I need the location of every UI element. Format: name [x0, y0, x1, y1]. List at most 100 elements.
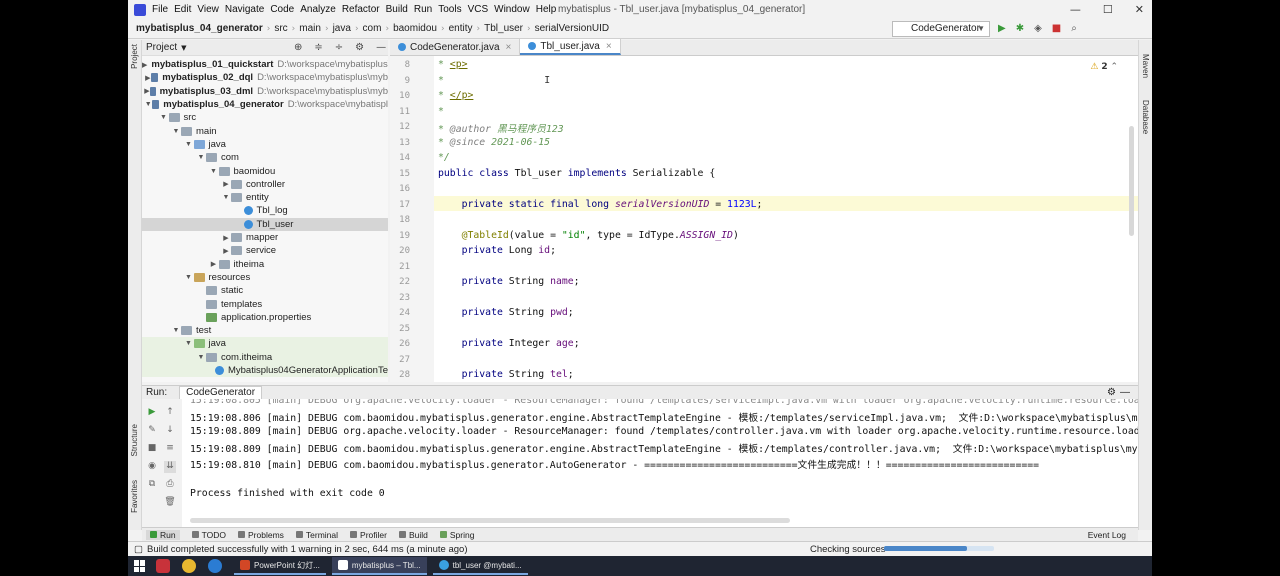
search-icon[interactable]: ⌕: [1071, 23, 1077, 34]
tree-item[interactable]: Tbl_log: [142, 204, 388, 217]
chevron-right-icon[interactable]: ▶: [144, 87, 149, 95]
tree-item[interactable]: ▶ itheima: [142, 258, 388, 271]
coverage-icon[interactable]: ◈: [1034, 23, 1042, 34]
tree-item[interactable]: ▶ mybatisplus_02_dql D:\workspace\mybatisp…: [142, 71, 388, 84]
chevron-down-icon[interactable]: ▼: [171, 327, 181, 334]
down-icon[interactable]: ↓: [164, 425, 176, 437]
breadcrumb-field[interactable]: serialVersionUID: [535, 23, 609, 34]
tree-item[interactable]: ▼ test: [142, 324, 388, 337]
warning-indicator[interactable]: ⚠ 2 ⌃: [1090, 62, 1118, 72]
taskbar-powerpoint[interactable]: PowerPoint 幻灯...: [234, 557, 326, 575]
expand-all-icon[interactable]: ÷: [335, 42, 343, 53]
project-tool-tab[interactable]: Project: [130, 44, 139, 69]
stop-icon[interactable]: ■: [146, 443, 158, 455]
print-icon[interactable]: ⎙: [164, 479, 176, 491]
tree-item[interactable]: ▼ mybatisplus_04_generator D:\workspace\my…: [142, 98, 388, 111]
favorites-tool-tab[interactable]: Favorites: [130, 480, 139, 513]
hide-icon[interactable]: —: [1120, 387, 1130, 398]
tree-item[interactable]: ▶ mybatisplus_03_dml D:\workspace\mybatisp…: [142, 85, 388, 98]
tree-item[interactable]: static: [142, 284, 388, 297]
tree-item[interactable]: ▶ mapper: [142, 231, 388, 244]
run-configuration-select[interactable]: CodeGenerator ▼: [892, 21, 990, 37]
maven-tool-tab[interactable]: Maven: [1141, 54, 1150, 78]
structure-tool-tab[interactable]: Structure: [130, 424, 139, 456]
menu-navigate[interactable]: Navigate: [225, 4, 264, 15]
locate-icon[interactable]: ⊕: [294, 42, 302, 53]
breadcrumb-class[interactable]: Tbl_user: [484, 23, 523, 34]
camera-icon[interactable]: ◉: [146, 461, 158, 473]
minimize-icon[interactable]: —: [1070, 3, 1081, 16]
editor-scrollbar[interactable]: [1129, 126, 1134, 236]
chevron-down-icon[interactable]: ▼: [196, 154, 206, 161]
event-log-tab[interactable]: Event Log: [1088, 530, 1126, 540]
tree-item[interactable]: ▼ baomidou: [142, 164, 388, 177]
taskbar-datagrip[interactable]: tbl_user @mybati...: [432, 557, 528, 575]
menu-build[interactable]: Build: [386, 4, 408, 15]
tree-item[interactable]: Tbl_user: [142, 217, 388, 231]
tree-item[interactable]: ▼ com.itheima: [142, 350, 388, 364]
menu-refactor[interactable]: Refactor: [342, 4, 380, 15]
tree-item[interactable]: ▼ resources: [142, 271, 388, 284]
tree-item[interactable]: ▼ java: [142, 337, 388, 351]
breadcrumb-src[interactable]: src: [274, 23, 287, 34]
project-panel-title[interactable]: Project: [146, 42, 177, 53]
soft-wrap-icon[interactable]: ≡: [164, 443, 176, 455]
chevron-right-icon[interactable]: ▶: [209, 260, 219, 268]
background-task-progress[interactable]: [884, 546, 994, 551]
code-editor[interactable]: 8 9 10 11 12 13 14 15 16 17 18 19 20 21 22 23 24 25 26 27 28…: [390, 56, 1138, 382]
console-output[interactable]: 15:19:08.805 [main] DEBUG org.apache.vel…: [182, 399, 1138, 527]
up-icon[interactable]: ↑: [164, 407, 176, 419]
close-icon[interactable]: ✕: [1135, 3, 1144, 16]
status-message[interactable]: Build completed successfully with 1 warn…: [147, 544, 468, 555]
tree-item[interactable]: ▶ service: [142, 244, 388, 257]
browser-icon[interactable]: [208, 559, 222, 573]
breadcrumb-java[interactable]: java: [333, 23, 351, 34]
chevron-right-icon[interactable]: ▶: [142, 61, 147, 69]
chevron-right-icon[interactable]: ▶: [221, 234, 231, 242]
tree-item[interactable]: ▼ main: [142, 125, 388, 138]
tree-item[interactable]: Mybatisplus04GeneratorApplicationTe: [142, 363, 388, 378]
tool-tab-build[interactable]: Build: [398, 530, 428, 540]
run-icon[interactable]: ▶: [998, 23, 1006, 34]
app-icon[interactable]: [156, 559, 170, 573]
close-tab-icon[interactable]: ×: [506, 42, 512, 53]
menu-code[interactable]: Code: [270, 4, 294, 15]
gear-icon[interactable]: ⚙: [1107, 387, 1116, 398]
chevron-down-icon[interactable]: ▼: [181, 44, 186, 52]
breadcrumb-project[interactable]: mybatisplus_04_generator: [136, 23, 263, 34]
tool-tab-run[interactable]: Run: [146, 529, 180, 540]
tree-item[interactable]: ▶ controller: [142, 178, 388, 191]
tree-item[interactable]: ▼ src: [142, 111, 388, 124]
menu-help[interactable]: Help: [536, 4, 557, 15]
tree-item[interactable]: ▼ com: [142, 151, 388, 164]
menu-run[interactable]: Run: [414, 4, 432, 15]
tree-item[interactable]: ▶ mybatisplus_01_quickstart D:\workspace\m…: [142, 58, 388, 71]
restore-layout-icon[interactable]: ⧉: [146, 479, 158, 491]
windows-start-icon[interactable]: [134, 560, 146, 572]
breadcrumb-baomidou[interactable]: baomidou: [393, 23, 437, 34]
chrome-icon[interactable]: [182, 559, 196, 573]
chevron-down-icon[interactable]: ▼: [171, 128, 181, 135]
debug-icon[interactable]: ✱: [1016, 23, 1024, 34]
chevron-down-icon[interactable]: ▼: [209, 168, 219, 175]
tree-item[interactable]: ▼ entity: [142, 191, 388, 204]
tool-tab-todo[interactable]: TODO: [191, 530, 226, 540]
menu-edit[interactable]: Edit: [174, 4, 191, 15]
tool-tab-spring[interactable]: Spring: [439, 530, 474, 540]
taskbar-intellij[interactable]: mybatisplus – Tbl...: [331, 557, 427, 575]
wrench-icon[interactable]: ✎: [146, 425, 158, 437]
chevron-right-icon[interactable]: ▶: [221, 180, 231, 188]
tool-tab-profiler[interactable]: Profiler: [350, 530, 387, 540]
chevron-down-icon[interactable]: ▼: [184, 340, 194, 347]
menu-tools[interactable]: Tools: [438, 4, 461, 15]
menu-analyze[interactable]: Analyze: [300, 4, 336, 15]
trash-icon[interactable]: 🗑: [164, 497, 176, 509]
tree-item[interactable]: templates: [142, 297, 388, 310]
rerun-icon[interactable]: ▶: [146, 407, 158, 419]
menu-window[interactable]: Window: [494, 4, 530, 15]
hide-icon[interactable]: —: [376, 42, 386, 53]
tool-tab-problems[interactable]: Problems: [238, 530, 284, 540]
chevron-down-icon[interactable]: ▼: [196, 354, 206, 361]
chevron-right-icon[interactable]: ▶: [221, 247, 231, 255]
chevron-down-icon[interactable]: ▼: [221, 194, 231, 201]
